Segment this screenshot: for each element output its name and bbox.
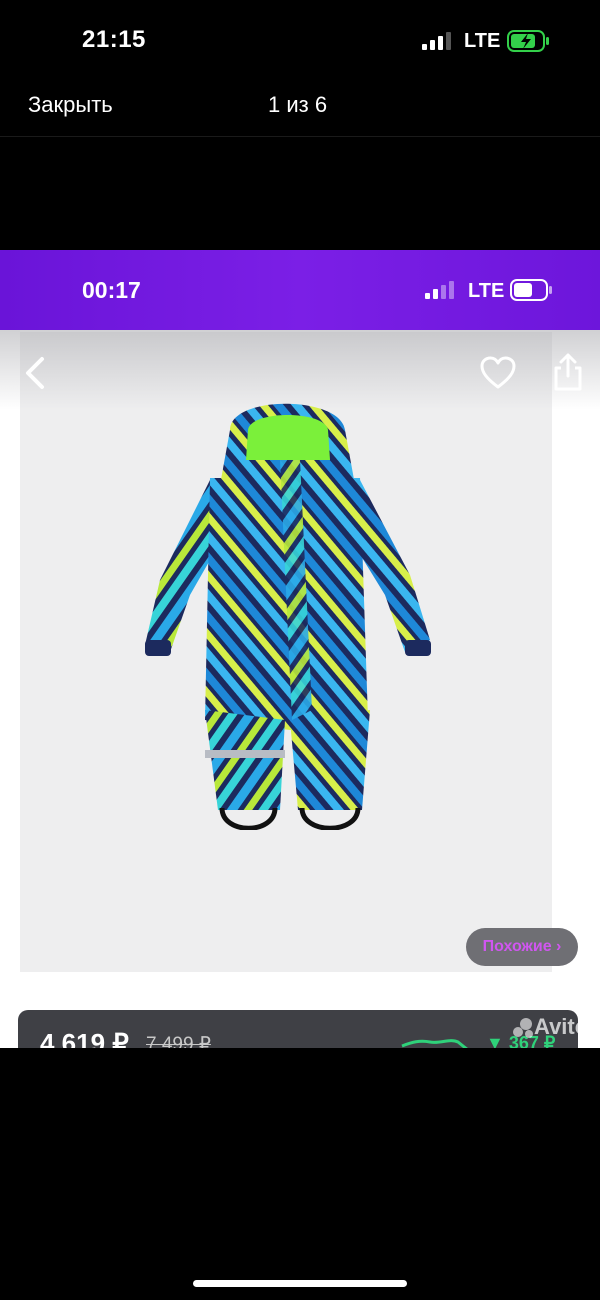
network-label: LTE: [464, 30, 501, 52]
avito-watermark: Avito: [534, 1014, 589, 1039]
status-time: 21:15: [82, 26, 146, 53]
home-indicator[interactable]: [193, 1280, 407, 1287]
signal-icon: [422, 32, 451, 50]
image-counter: 1 из 6: [268, 92, 328, 117]
inner-status-time: 00:17: [82, 277, 141, 303]
product-overall-image: [145, 403, 431, 830]
inner-battery-icon: [510, 279, 552, 301]
back-chevron-icon[interactable]: [22, 355, 48, 391]
embedded-screenshot[interactable]: 00:17 LTE Похожие › 4 619 ₽ 7 499 ₽ ▼ 36…: [0, 250, 600, 1048]
header-divider: [0, 136, 600, 137]
battery-charging-icon: [507, 30, 549, 52]
similar-button[interactable]: Похожие ›: [466, 928, 578, 966]
current-price: 4 619 ₽: [40, 1028, 129, 1048]
old-price: 7 499 ₽: [146, 1034, 211, 1048]
share-icon[interactable]: [552, 352, 584, 392]
heart-icon[interactable]: [480, 356, 516, 390]
inner-network-label: LTE: [468, 280, 505, 302]
close-button[interactable]: Закрыть: [28, 92, 113, 118]
price-trend-icon: [401, 1039, 468, 1048]
inner-signal-icon: [425, 281, 454, 299]
